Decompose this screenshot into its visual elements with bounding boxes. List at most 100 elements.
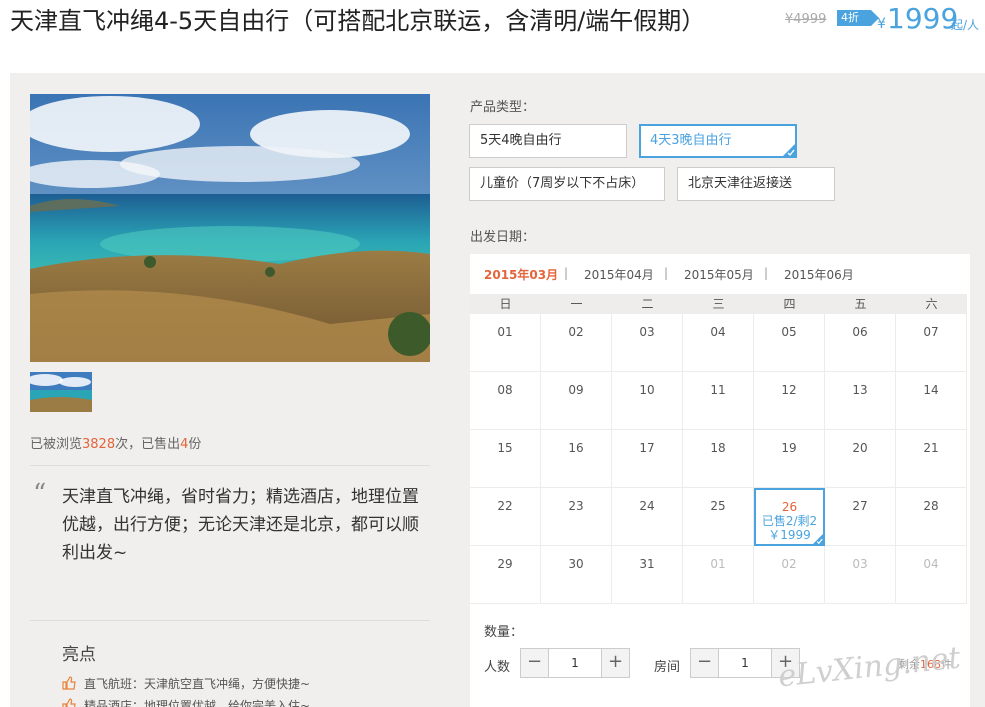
day-number: 09 xyxy=(568,383,584,397)
tab-month-05[interactable]: 2015年05月 xyxy=(684,266,754,283)
calendar-day[interactable]: 09 xyxy=(541,372,612,430)
currency-symbol: ¥ xyxy=(877,16,886,32)
month-separator: | xyxy=(564,266,569,280)
day-number: 02 xyxy=(781,557,797,571)
type-option-child[interactable]: 儿童价（7周岁以下不占床） xyxy=(469,167,665,201)
product-type-label: 产品类型： xyxy=(470,100,536,115)
calendar-day[interactable]: 11 xyxy=(683,372,754,430)
calendar-day: 03 xyxy=(825,546,896,604)
calendar-day: 02 xyxy=(754,546,825,604)
day-number: 22 xyxy=(497,499,513,513)
calendar-day[interactable]: 06 xyxy=(825,314,896,372)
weekday: 三 xyxy=(712,297,725,311)
photo-thumbnail[interactable] xyxy=(30,372,92,412)
tab-month-04[interactable]: 2015年04月 xyxy=(584,266,654,283)
day-number: 26 xyxy=(781,500,798,514)
day-number: 14 xyxy=(923,383,939,397)
calendar-day[interactable]: 02 xyxy=(541,314,612,372)
people-input[interactable] xyxy=(550,649,600,677)
day-number: 28 xyxy=(923,499,939,513)
type-option-label: 4天3晚自由行 xyxy=(650,133,732,148)
highlight-item: 直飞航班：天津航空直飞冲绳，方便快捷~ xyxy=(62,675,310,693)
calendar-day[interactable]: 01 xyxy=(470,314,541,372)
quantity-label: 数量： xyxy=(484,625,524,640)
tab-month-06[interactable]: 2015年06月 xyxy=(784,266,854,283)
calendar-day[interactable]: 22 xyxy=(470,488,541,546)
divider xyxy=(30,620,430,621)
day-number: 20 xyxy=(852,441,868,455)
calendar-day[interactable]: 31 xyxy=(612,546,683,604)
day-number: 21 xyxy=(923,441,939,455)
stats-prefix: 已被浏览 xyxy=(30,437,83,452)
tab-month-03[interactable]: 2015年03月 xyxy=(484,266,558,283)
product-panel: 已被浏览3828次，已售出4份 “ 天津直飞冲绳，省时省力；精选酒店，地理位置优… xyxy=(10,73,985,707)
calendar-day[interactable]: 14 xyxy=(896,372,967,430)
day-number: 01 xyxy=(710,557,726,571)
calendar-day[interactable]: 16 xyxy=(541,430,612,488)
day-number: 05 xyxy=(781,325,797,339)
type-option-4d3n[interactable]: 4天3晚自由行 xyxy=(639,124,797,158)
calendar-day[interactable]: 12 xyxy=(754,372,825,430)
check-corner-icon xyxy=(782,143,796,157)
day-number: 17 xyxy=(639,441,655,455)
calendar-day[interactable]: 17 xyxy=(612,430,683,488)
calendar-day[interactable]: 19 xyxy=(754,430,825,488)
type-option-5d4n[interactable]: 5天4晚自由行 xyxy=(469,124,627,158)
product-description: 天津直飞冲绳，省时省力；精选酒店，地理位置优越，出行方便；无论天津还是北京，都可… xyxy=(62,487,419,563)
day-number: 15 xyxy=(497,441,513,455)
calendar-day[interactable]: 05 xyxy=(754,314,825,372)
main-photo xyxy=(30,94,430,362)
calendar-day[interactable]: 29 xyxy=(470,546,541,604)
calendar-day[interactable]: 27 xyxy=(825,488,896,546)
day-number: 02 xyxy=(568,325,584,339)
people-stepper: − + xyxy=(520,648,630,678)
calendar-day[interactable]: 04 xyxy=(683,314,754,372)
day-number: 04 xyxy=(710,325,726,339)
highlight-text: 精品酒店：地理位置优越，给你完美入住~ xyxy=(84,699,311,707)
people-label: 人数 xyxy=(484,660,511,675)
calendar-day[interactable]: 21 xyxy=(896,430,967,488)
calendar-day[interactable]: 24 xyxy=(612,488,683,546)
view-count: 3828 xyxy=(82,437,116,452)
day-sales-info: 已售2/剩2 xyxy=(761,514,818,528)
calendar-day[interactable]: 08 xyxy=(470,372,541,430)
calendar-day[interactable]: 25 xyxy=(683,488,754,546)
highlight-text: 直飞航班：天津航空直飞冲绳，方便快捷~ xyxy=(84,677,311,691)
calendar-day[interactable]: 30 xyxy=(541,546,612,604)
day-number: 08 xyxy=(497,383,513,397)
minus-icon[interactable]: − xyxy=(521,649,549,677)
day-number: 29 xyxy=(497,557,513,571)
calendar-day: 04 xyxy=(896,546,967,604)
calendar-day[interactable]: 15 xyxy=(470,430,541,488)
calendar-day[interactable]: 10 xyxy=(612,372,683,430)
calendar-day[interactable]: 18 xyxy=(683,430,754,488)
day-number: 10 xyxy=(639,383,655,397)
calendar-day[interactable]: 03 xyxy=(612,314,683,372)
type-option-transfer[interactable]: 北京天津往返接送 xyxy=(677,167,835,201)
weekday: 六 xyxy=(925,297,938,311)
highlight-item: 精品酒店：地理位置优越，给你完美入住~ xyxy=(62,697,310,707)
calendar-day[interactable]: 26 已售2/剩2 ￥1999 xyxy=(754,488,825,546)
calendar-day[interactable]: 28 xyxy=(896,488,967,546)
minus-icon[interactable]: − xyxy=(691,649,719,677)
day-number: 11 xyxy=(710,383,726,397)
weekday: 四 xyxy=(783,297,796,311)
calendar-day[interactable]: 20 xyxy=(825,430,896,488)
day-number: 31 xyxy=(639,557,655,571)
page-title: 天津直飞冲绳4-5天自由行（可搭配北京联运，含清明/端午假期） xyxy=(10,7,706,35)
departure-calendar: 2015年03月 | 2015年04月 | 2015年05月 | 2015年06… xyxy=(470,254,970,707)
calendar-day[interactable]: 13 xyxy=(825,372,896,430)
calendar-day[interactable]: 23 xyxy=(541,488,612,546)
day-number: 24 xyxy=(639,499,655,513)
calendar-day[interactable]: 07 xyxy=(896,314,967,372)
month-separator: | xyxy=(764,266,769,280)
weekday-header: 日 一 二 三 四 五 六 xyxy=(470,294,967,314)
day-number: 30 xyxy=(568,557,584,571)
weekday: 一 xyxy=(570,297,583,311)
room-input[interactable] xyxy=(720,649,770,677)
month-separator: | xyxy=(664,266,669,280)
plus-icon[interactable]: + xyxy=(601,649,629,677)
day-number: 03 xyxy=(852,557,868,571)
weekday: 日 xyxy=(499,297,512,311)
quote-icon: “ xyxy=(33,479,47,509)
